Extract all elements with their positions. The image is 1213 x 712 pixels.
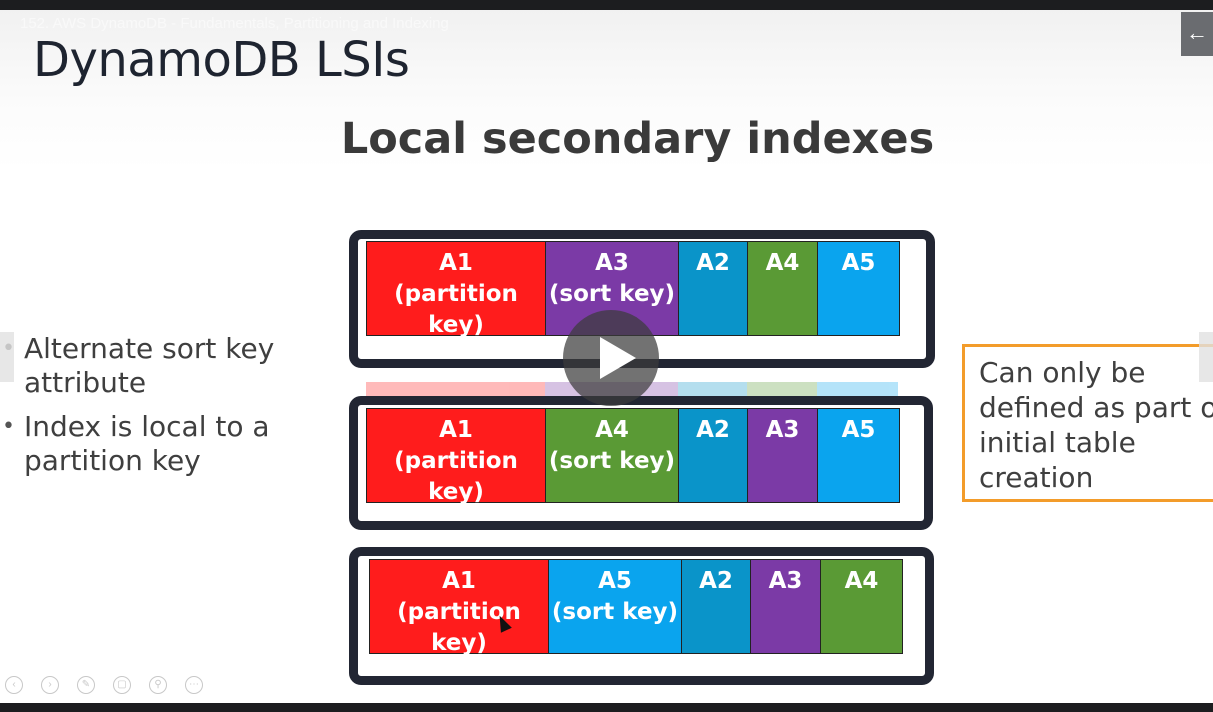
play-icon — [600, 337, 636, 379]
bullet-item: Alternate sort key attribute — [0, 332, 330, 400]
back-arrow-icon: ← — [1186, 20, 1208, 45]
attribute-cell: A3 — [748, 409, 818, 502]
previous-icon[interactable]: ‹ — [5, 676, 23, 694]
video-title: 152. AWS DynamoDB - Fundamentals, Partit… — [20, 15, 449, 32]
play-button[interactable] — [563, 310, 659, 406]
more-icon[interactable]: ⋯ — [185, 676, 203, 694]
attribute-cell: A1 (partition key) — [367, 409, 546, 505]
attribute-cell: A3 — [751, 560, 821, 653]
attribute-cell: A5 (sort key) — [549, 560, 682, 653]
attribute-cell: A2 — [679, 409, 748, 502]
attribute-cell: A2 — [679, 242, 748, 335]
bullet-item: Index is local to a partition key — [0, 410, 330, 478]
previous-slide-arrow[interactable] — [0, 332, 14, 382]
attribute-cell: A4 — [821, 560, 902, 653]
next-icon[interactable]: › — [41, 676, 59, 694]
table-row: A1 (partition key) A4 (sort key) A2 A3 A… — [366, 408, 900, 505]
bottom-bar — [0, 703, 1213, 712]
attribute-cell: A4 (sort key) — [546, 409, 679, 502]
table-row: A1 (partition key) A5 (sort key) A2 A3 A… — [369, 559, 903, 656]
attribute-cell: A1 (partition key) — [367, 242, 546, 338]
copy-icon[interactable]: ▢ — [113, 676, 131, 694]
next-slide-arrow[interactable] — [1199, 332, 1213, 382]
slide: 152. AWS DynamoDB - Fundamentals, Partit… — [0, 10, 1213, 703]
slide-subtitle: Local secondary indexes — [340, 114, 935, 164]
top-bar — [0, 0, 1213, 10]
back-button[interactable]: ← — [1181, 12, 1213, 56]
attribute-cell: A2 — [682, 560, 751, 653]
callout-box: Can only be defined as part of initial t… — [962, 344, 1213, 502]
pen-icon[interactable]: ✎ — [77, 676, 95, 694]
attribute-cell: A1 (partition key) — [370, 560, 549, 656]
bullet-list: Alternate sort key attribute Index is lo… — [0, 332, 330, 488]
attribute-cell: A5 — [818, 242, 899, 335]
slide-title: DynamoDB LSIs — [33, 32, 410, 88]
presentation-toolbar: ‹ › ✎ ▢ ⚲ ⋯ — [5, 674, 221, 696]
attribute-cell: A5 — [818, 409, 899, 502]
zoom-icon[interactable]: ⚲ — [149, 676, 167, 694]
attribute-cell: A4 — [748, 242, 818, 335]
